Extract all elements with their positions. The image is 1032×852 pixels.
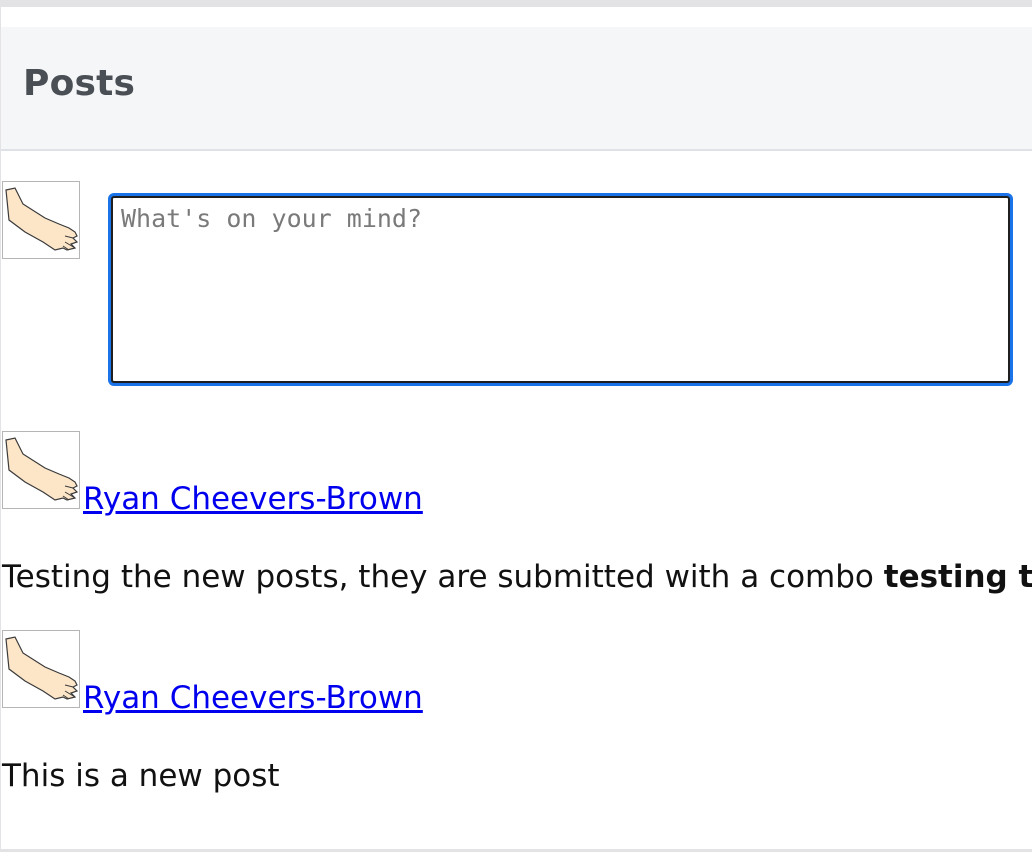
post-body-bold-text: testing text (883, 559, 1032, 595)
arm-avatar-icon (5, 636, 79, 700)
post-body-text: This is a new post (2, 758, 280, 794)
post-body: This is a new post (2, 761, 280, 792)
posts-card: Posts Ryan Cheevers-Brown Testing the ne… (1, 7, 1032, 849)
post-author-link[interactable]: Ryan Cheevers-Brown (83, 484, 423, 515)
post-body: Testing the new posts, they are submitte… (2, 562, 1032, 593)
post-author-link[interactable]: Ryan Cheevers-Brown (83, 683, 423, 714)
post-author-avatar (2, 630, 80, 708)
arm-avatar-icon (5, 187, 79, 251)
current-user-avatar (2, 181, 80, 259)
post-composer-input[interactable] (111, 196, 1010, 383)
card-header: Posts (1, 27, 1032, 151)
arm-avatar-icon (5, 437, 79, 501)
page-title: Posts (23, 63, 136, 104)
post-body-text: Testing the new posts, they are submitte… (2, 559, 884, 595)
post-author-avatar (2, 431, 80, 509)
